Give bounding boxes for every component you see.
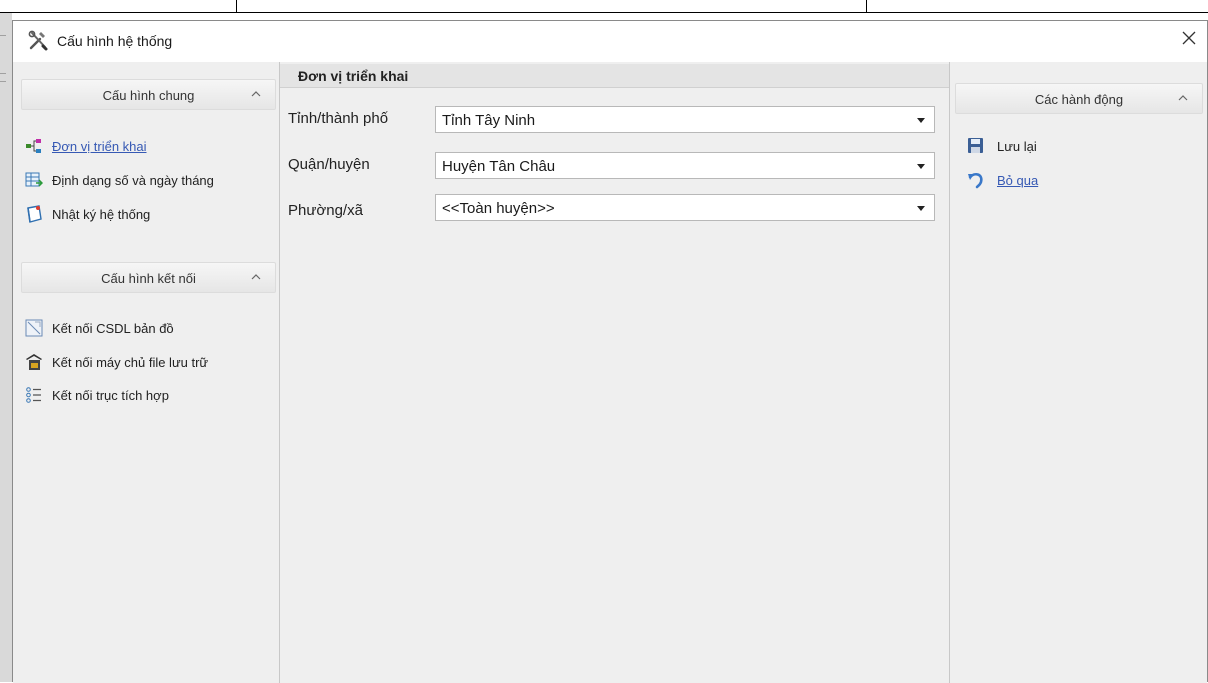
chevron-up-icon [1176, 91, 1190, 105]
ward-label: Phường/xã [288, 202, 363, 219]
group-header-general[interactable]: Cấu hình chung [21, 79, 276, 110]
district-select[interactable]: Huyện Tân Châu [435, 152, 935, 179]
dropdown-arrow-icon [917, 206, 925, 211]
save-label: Lưu lại [997, 139, 1037, 154]
nav-item-label: Định dạng số và ngày tháng [52, 173, 214, 188]
chevron-up-icon [249, 270, 263, 284]
nav-item-system-log[interactable]: Nhật ký hệ thống [21, 203, 276, 227]
section-header: Đơn vị triển khai [280, 64, 949, 88]
nav-item-integration-connection[interactable]: Kết nối trục tích hợp [21, 384, 276, 408]
close-icon [1181, 30, 1197, 49]
dropdown-arrow-icon [917, 164, 925, 169]
select-value: <<Toàn huyện>> [442, 200, 555, 217]
background-separator [866, 0, 867, 12]
nav-item-label: Kết nối máy chủ file lưu trữ [52, 355, 209, 370]
nav-item-map-db-connection[interactable]: Kết nối CSDL bản đồ [21, 317, 276, 341]
table-format-icon [25, 171, 44, 189]
actions-group-header[interactable]: Các hành động [955, 83, 1203, 114]
detail-pane: Đơn vị triển khai Tỉnh/thành phố Tỉnh Tâ… [280, 62, 950, 683]
section-title: Đơn vị triển khai [298, 68, 409, 84]
select-value: Huyện Tân Châu [442, 158, 556, 175]
background-window-strip [0, 0, 1208, 13]
dialog-titlebar: Cấu hình hệ thống [13, 21, 1207, 62]
cancel-label: Bỏ qua [997, 173, 1039, 188]
dialog-body: Cấu hình chung Đơn vị triển khai Định dạ… [13, 62, 1207, 683]
system-config-dialog: Cấu hình hệ thống Cấu hình chung Đơn vị … [12, 20, 1208, 683]
nav-item-label: Đơn vị triển khai [52, 139, 147, 154]
map-database-icon [25, 319, 43, 337]
undo-arrow-icon [967, 171, 985, 189]
file-server-icon [25, 353, 43, 371]
group-header-label: Cấu hình chung [102, 88, 195, 103]
tools-icon [27, 30, 49, 52]
log-notebook-icon [25, 205, 43, 223]
nav-item-label: Kết nối trục tích hợp [52, 388, 169, 403]
dropdown-arrow-icon [917, 118, 925, 123]
background-window-edge [0, 13, 12, 682]
tree-hierarchy-icon [25, 137, 43, 155]
group-header-connection[interactable]: Cấu hình kết nối [21, 262, 276, 293]
district-label: Quận/huyện [288, 156, 370, 173]
nav-item-file-server-connection[interactable]: Kết nối máy chủ file lưu trữ [21, 351, 276, 375]
integration-list-icon [25, 386, 43, 404]
group-header-label: Các hành động [1034, 92, 1124, 107]
ward-select[interactable]: <<Toàn huyện>> [435, 194, 935, 221]
select-value: Tỉnh Tây Ninh [442, 112, 536, 129]
cancel-button[interactable]: Bỏ qua [965, 169, 1165, 193]
actions-pane: Các hành động Lưu lại Bỏ qua [951, 62, 1207, 683]
close-button[interactable] [1171, 21, 1207, 57]
chevron-up-icon [249, 87, 263, 101]
province-select[interactable]: Tỉnh Tây Ninh [435, 106, 935, 133]
save-floppy-icon [967, 137, 985, 155]
nav-item-label: Nhật ký hệ thống [52, 207, 151, 222]
group-header-label: Cấu hình kết nối [101, 271, 196, 286]
left-navigation-pane: Cấu hình chung Đơn vị triển khai Định dạ… [13, 62, 280, 683]
nav-item-deployment-unit[interactable]: Đơn vị triển khai [21, 135, 276, 159]
province-label: Tỉnh/thành phố [288, 110, 389, 127]
dialog-title: Cấu hình hệ thống [57, 33, 173, 49]
save-button[interactable]: Lưu lại [965, 135, 1165, 159]
nav-item-number-date-format[interactable]: Định dạng số và ngày tháng [21, 169, 276, 193]
nav-item-label: Kết nối CSDL bản đồ [52, 321, 174, 336]
background-separator [236, 0, 237, 12]
